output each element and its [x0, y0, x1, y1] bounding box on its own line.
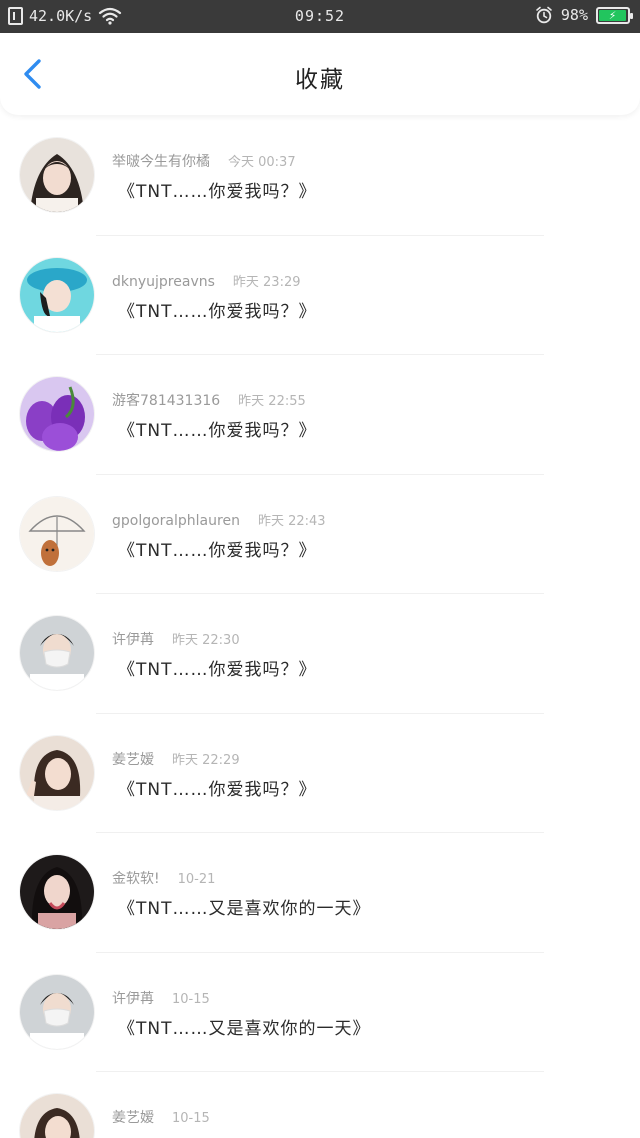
- message-text: 《TNT……你爱我吗？》: [118, 421, 317, 441]
- timestamp: 昨天 22:55: [238, 394, 306, 409]
- timestamp: 今天 00:37: [228, 155, 296, 170]
- message-text: 《TNT……又是喜欢你的一天》: [118, 1018, 371, 1039]
- list-item[interactable]: 金软软! 10-21 《TNT……又是喜欢你的一天》: [0, 833, 640, 953]
- alarm-icon: [536, 6, 552, 24]
- message-text: 《TNT……你爱我吗？》: [118, 660, 317, 680]
- status-right: 98% ⚡: [535, 6, 633, 24]
- timestamp: 10-21: [177, 872, 216, 887]
- user-name: 举啵今生有你橘: [112, 154, 210, 170]
- user-name: 姜艺嫒: [112, 1110, 154, 1126]
- list-item[interactable]: 姜艺嫒 10-15: [0, 1072, 640, 1138]
- user-name: 姜艺嫒: [112, 751, 154, 768]
- charging-bolt-icon: ⚡: [609, 7, 617, 22]
- item-meta: 姜艺嫒 昨天 22:29: [112, 749, 240, 769]
- message-text: 《TNT……又是喜欢你的一天》: [118, 899, 371, 919]
- user-name: 金软软!: [112, 871, 160, 887]
- timestamp: 10-15: [172, 991, 210, 1007]
- timestamp: 昨天 22:30: [172, 633, 240, 648]
- user-name: 许伊苒: [112, 990, 154, 1007]
- list-item[interactable]: 许伊苒 昨天 22:30 《TNT……你爱我吗？》: [0, 594, 640, 714]
- list-item[interactable]: 举啵今生有你橘 今天 00:37 《TNT……你爱我吗？》: [0, 116, 640, 236]
- status-bar: 42.0K/s 09:52 98% ⚡: [0, 0, 640, 33]
- item-meta: gpolgoralphlauren 昨天 22:43: [112, 510, 326, 529]
- favorites-list: 举啵今生有你橘 今天 00:37 《TNT……你爱我吗？》 dknyujpreavns…: [0, 116, 640, 1138]
- message-text: 《TNT……你爱我吗？》: [118, 182, 317, 202]
- list-item[interactable]: 许伊苒 10-15 《TNT……又是喜欢你的一天》: [0, 953, 640, 1072]
- message-text: 《TNT……你爱我吗？》: [118, 779, 317, 800]
- avatar[interactable]: [20, 377, 94, 451]
- item-meta: 游客781431316 昨天 22:55: [112, 390, 306, 410]
- avatar[interactable]: [20, 974, 94, 1049]
- list-item[interactable]: 姜艺嫒 昨天 22:29 《TNT……你爱我吗？》: [0, 714, 640, 833]
- avatar[interactable]: [20, 855, 94, 929]
- message-text: 《TNT……你爱我吗？》: [118, 301, 317, 322]
- user-name: 游客781431316: [112, 393, 221, 409]
- timestamp: 昨天 22:43: [257, 513, 326, 529]
- battery-icon: ⚡: [596, 6, 633, 24]
- user-name: gpolgoralphlauren: [112, 512, 240, 529]
- avatar[interactable]: [20, 138, 94, 212]
- list-item[interactable]: dknyujpreavns 昨天 23:29 《TNT……你爱我吗？》: [0, 236, 640, 355]
- item-meta: 许伊苒 10-15: [112, 988, 210, 1008]
- user-name: 许伊苒: [112, 632, 154, 648]
- page-title: 收藏: [295, 67, 345, 93]
- timestamp: 10-15: [172, 1111, 210, 1126]
- list-item[interactable]: 游客781431316 昨天 22:55 《TNT……你爱我吗？》: [0, 355, 640, 475]
- item-meta: 姜艺嫒 10-15: [112, 1107, 210, 1127]
- user-name: dknyujpreavns: [112, 273, 215, 290]
- timestamp: 昨天 23:29: [232, 274, 301, 290]
- avatar[interactable]: [20, 257, 94, 332]
- avatar[interactable]: [20, 1094, 94, 1138]
- message-text: 《TNT……你爱我吗？》: [118, 540, 317, 561]
- avatar[interactable]: [20, 496, 94, 571]
- list-item[interactable]: gpolgoralphlauren 昨天 22:43 《TNT……你爱我吗？》: [0, 475, 640, 594]
- item-meta: 举啵今生有你橘 今天 00:37: [112, 151, 296, 171]
- item-meta: dknyujpreavns 昨天 23:29: [112, 271, 301, 290]
- header: 收藏: [0, 33, 640, 115]
- item-meta: 金软软! 10-21: [112, 868, 215, 888]
- timestamp: 昨天 22:29: [172, 752, 240, 768]
- avatar[interactable]: [20, 735, 94, 810]
- battery-percent: 98%: [560, 6, 588, 24]
- avatar[interactable]: [20, 616, 94, 690]
- item-meta: 许伊苒 昨天 22:30: [112, 629, 240, 649]
